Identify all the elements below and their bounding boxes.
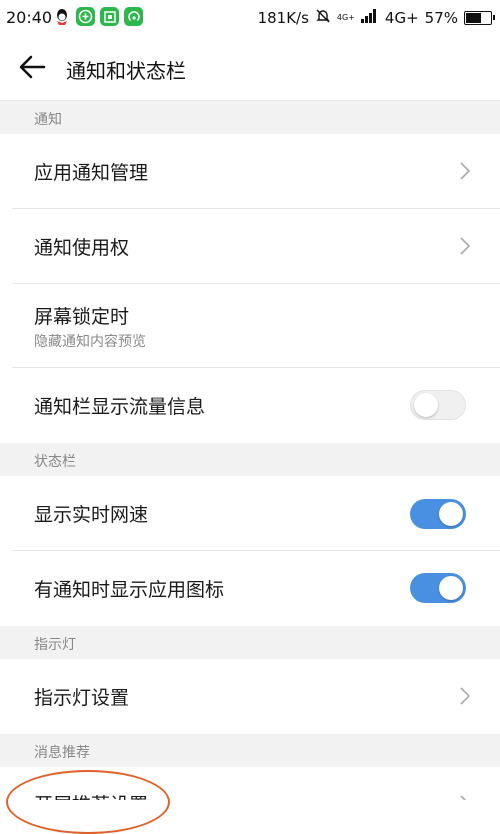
section-title: 消息推荐 <box>34 745 90 761</box>
annotation-circle <box>6 770 170 834</box>
section-header-notify: 通知 <box>0 101 500 134</box>
row-label: 屏幕锁定时 <box>34 306 130 328</box>
status-time: 20:40 <box>6 8 53 27</box>
row-subtitle: 隐藏通知内容预览 <box>34 334 146 350</box>
toggle-knob <box>439 576 463 600</box>
scan-icon <box>100 7 119 26</box>
wechat-plus-icon <box>76 7 95 26</box>
signal-icon <box>360 9 379 27</box>
battery-percent: 57% <box>424 9 458 27</box>
back-arrow-icon[interactable] <box>18 54 46 80</box>
row-label: 指示灯设置 <box>34 687 130 709</box>
chevron-right-icon <box>460 795 470 800</box>
chevron-right-icon <box>460 162 471 180</box>
row-label: 应用通知管理 <box>34 162 149 184</box>
app-icon-toggle[interactable] <box>410 573 466 603</box>
toggle-knob <box>439 502 463 526</box>
toggle-knob <box>414 393 438 417</box>
net-speed-toggle[interactable] <box>410 499 466 529</box>
row-label: 通知使用权 <box>34 237 130 259</box>
network-small: 4G+ <box>336 13 355 22</box>
section-header-statusbar: 状态栏 <box>0 443 500 476</box>
row-indicator-settings[interactable]: 指示灯设置 <box>0 659 500 734</box>
section-title: 指示灯 <box>34 637 76 653</box>
battery-icon <box>464 11 495 25</box>
row-traffic-info: 通知栏显示流量信息 <box>0 368 500 443</box>
network-speed: 181K/s <box>257 9 309 27</box>
notification-icons <box>52 7 143 26</box>
row-label: 显示实时网速 <box>34 504 149 526</box>
hotspot-icon <box>124 7 143 26</box>
row-label: 通知栏显示流量信息 <box>34 396 206 418</box>
qq-icon <box>52 7 71 26</box>
status-bar: 20:40 181K/s 4G+ 4G+ 57% <box>0 0 500 34</box>
chevron-right-icon <box>460 237 471 255</box>
section-title: 通知 <box>34 112 62 128</box>
section-header-recommend: 消息推荐 <box>0 734 500 767</box>
row-app-notify[interactable]: 应用通知管理 <box>0 134 500 209</box>
network-type: 4G+ <box>384 9 419 27</box>
status-right: 181K/s 4G+ 4G+ 57% <box>257 8 495 28</box>
traffic-info-toggle[interactable] <box>410 390 466 420</box>
row-app-icon: 有通知时显示应用图标 <box>0 551 500 626</box>
row-net-speed: 显示实时网速 <box>0 476 500 551</box>
page-title: 通知和状态栏 <box>66 59 186 83</box>
chevron-right-icon <box>460 687 471 705</box>
section-header-indicator: 指示灯 <box>0 626 500 659</box>
row-label: 有通知时显示应用图标 <box>34 579 225 601</box>
row-lock-screen[interactable]: 屏幕锁定时 隐藏通知内容预览 <box>0 284 500 368</box>
mute-icon <box>315 8 331 28</box>
section-title: 状态栏 <box>34 454 76 470</box>
app-header: 通知和状态栏 <box>0 34 500 101</box>
row-notify-permission[interactable]: 通知使用权 <box>0 209 500 284</box>
